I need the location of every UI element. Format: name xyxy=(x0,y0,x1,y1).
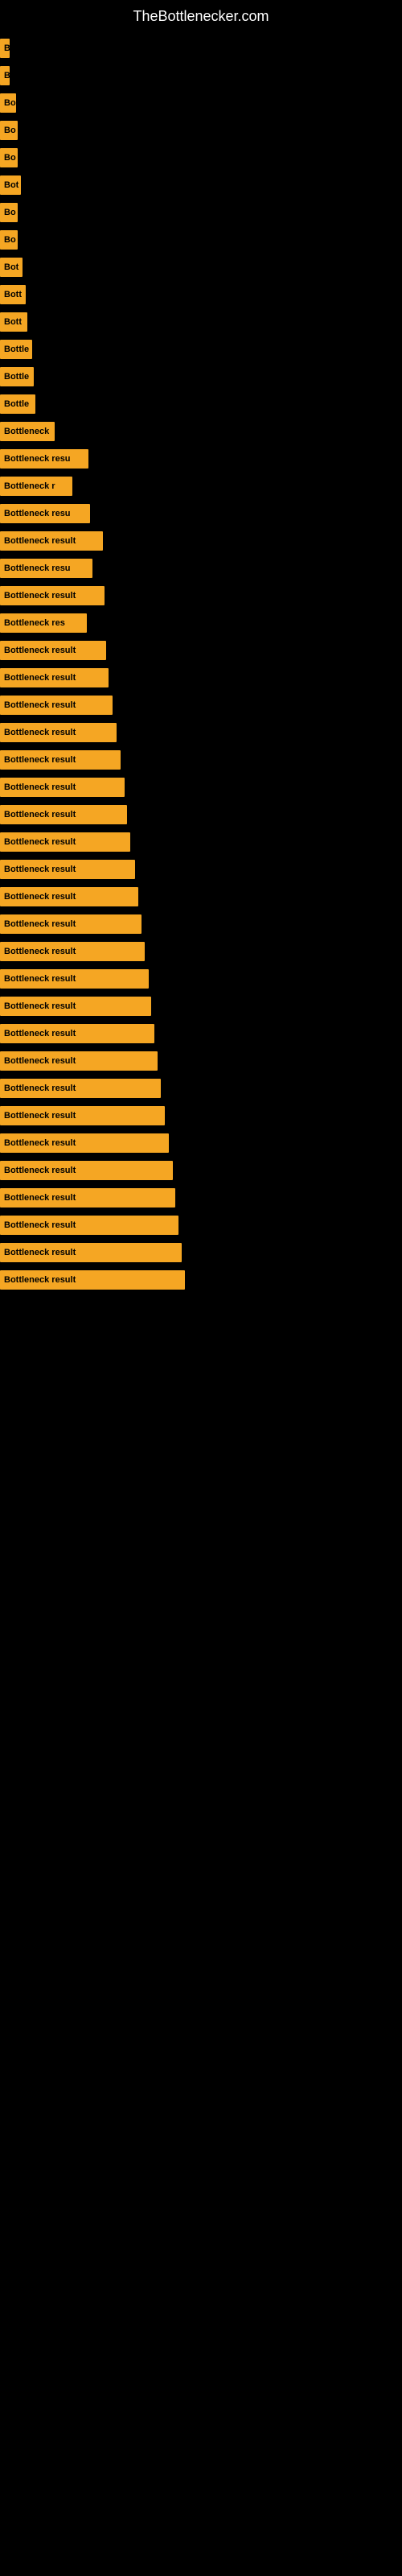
bar-label: Bottleneck result xyxy=(0,969,149,989)
bar-label: Bottleneck result xyxy=(0,696,113,715)
bar-row: Bottleneck result xyxy=(0,803,402,826)
bar-label: Bottle xyxy=(0,340,32,359)
bar-row: Bottleneck r xyxy=(0,475,402,497)
bar-row: Bottleneck result xyxy=(0,968,402,990)
bar-row: Bottleneck result xyxy=(0,721,402,744)
bar-row: Bottleneck result xyxy=(0,940,402,963)
bar-row: Bottleneck result xyxy=(0,1077,402,1100)
bar-label: Bottleneck result xyxy=(0,805,127,824)
bar-row: Bottleneck result xyxy=(0,694,402,716)
bar-label: Bo xyxy=(0,230,18,250)
bar-row: Bottleneck result xyxy=(0,667,402,689)
bar-label: Bot xyxy=(0,175,21,195)
bar-row: Bottleneck result xyxy=(0,1132,402,1154)
bar-label: Bottleneck result xyxy=(0,750,121,770)
bar-row: Bo xyxy=(0,119,402,142)
bar-row: Bottleneck result xyxy=(0,530,402,552)
bar-label: Bottleneck result xyxy=(0,531,103,551)
bar-label: Bottleneck result xyxy=(0,942,145,961)
bar-row: Bottleneck resu xyxy=(0,448,402,470)
bar-row: Bott xyxy=(0,311,402,333)
bar-row: Bottleneck result xyxy=(0,1104,402,1127)
site-title: TheBottlenecker.com xyxy=(0,0,402,29)
bar-row: Bottle xyxy=(0,393,402,415)
bar-row: Bottleneck result xyxy=(0,1187,402,1209)
bar-row: Bottleneck result xyxy=(0,776,402,799)
bar-label: Bo xyxy=(0,203,18,222)
bar-label: Bottleneck result xyxy=(0,1051,158,1071)
bar-row: Bottle xyxy=(0,365,402,388)
bar-row: Bottleneck result xyxy=(0,749,402,771)
bar-row: Bottleneck result xyxy=(0,886,402,908)
bar-row: Bottleneck result xyxy=(0,639,402,662)
bar-label: Bottleneck result xyxy=(0,1133,169,1153)
bar-row: Bo xyxy=(0,229,402,251)
bar-label: Bo xyxy=(0,148,18,167)
bar-label: Bott xyxy=(0,312,27,332)
bar-row: Bottleneck res xyxy=(0,612,402,634)
bar-row: Bottleneck result xyxy=(0,913,402,935)
bar-label: Bottleneck resu xyxy=(0,449,88,469)
bar-label: Bottleneck result xyxy=(0,1024,154,1043)
bar-row: Bottle xyxy=(0,338,402,361)
bar-label: Bottleneck result xyxy=(0,1270,185,1290)
bar-label: Bottleneck result xyxy=(0,1079,161,1098)
bar-label: Bo xyxy=(0,93,16,113)
bar-label: Bot xyxy=(0,258,23,277)
bar-row: Bottleneck result xyxy=(0,995,402,1018)
bar-row: Bottleneck result xyxy=(0,1241,402,1264)
bar-label: Bottleneck result xyxy=(0,778,125,797)
bar-label: Bottleneck resu xyxy=(0,559,92,578)
bar-row: Bot xyxy=(0,174,402,196)
bar-row: Bott xyxy=(0,283,402,306)
bar-row: Bottleneck result xyxy=(0,1022,402,1045)
bar-label: Bottleneck result xyxy=(0,641,106,660)
bar-label: Bottleneck result xyxy=(0,586,105,605)
bar-label: Bottleneck result xyxy=(0,1161,173,1180)
bar-label: Bottleneck result xyxy=(0,1106,165,1125)
bar-row: Bottleneck result xyxy=(0,1214,402,1236)
bar-row: Bottleneck result xyxy=(0,831,402,853)
bar-label: Bottleneck result xyxy=(0,997,151,1016)
bar-row: Bottleneck result xyxy=(0,858,402,881)
bar-label: Bottleneck result xyxy=(0,668,109,687)
bar-row: Bo xyxy=(0,201,402,224)
bar-label: Bottleneck xyxy=(0,422,55,441)
bar-row: Bottleneck result xyxy=(0,1269,402,1291)
bar-row: Bo xyxy=(0,92,402,114)
bar-label: B xyxy=(0,39,10,58)
bar-label: Bottleneck r xyxy=(0,477,72,496)
bar-label: Bottleneck result xyxy=(0,832,130,852)
bar-label: Bottle xyxy=(0,394,35,414)
bar-row: B xyxy=(0,64,402,87)
bar-label: Bottleneck result xyxy=(0,723,117,742)
bar-row: B xyxy=(0,37,402,60)
bar-label: Bott xyxy=(0,285,26,304)
bar-label: Bottleneck resu xyxy=(0,504,90,523)
bar-label: Bottleneck result xyxy=(0,1243,182,1262)
bar-row: Bottleneck xyxy=(0,420,402,443)
bar-row: Bottleneck result xyxy=(0,1050,402,1072)
bar-row: Bottleneck resu xyxy=(0,502,402,525)
bar-row: Bo xyxy=(0,147,402,169)
bar-row: Bottleneck result xyxy=(0,1159,402,1182)
bar-label: Bottleneck res xyxy=(0,613,87,633)
bar-label: B xyxy=(0,66,10,85)
bar-label: Bottle xyxy=(0,367,34,386)
bar-row: Bottleneck result xyxy=(0,584,402,607)
bar-label: Bo xyxy=(0,121,18,140)
bar-row: Bottleneck resu xyxy=(0,557,402,580)
bar-row: Bot xyxy=(0,256,402,279)
bar-label: Bottleneck result xyxy=(0,1188,175,1208)
bar-label: Bottleneck result xyxy=(0,1216,178,1235)
bar-label: Bottleneck result xyxy=(0,860,135,879)
bar-label: Bottleneck result xyxy=(0,887,138,906)
bars-container: BB Bo Bo Bo Bot Bo Bo Bot Bott Bott Bottle Bottle Bo… xyxy=(0,29,402,1291)
bar-label: Bottleneck result xyxy=(0,914,142,934)
